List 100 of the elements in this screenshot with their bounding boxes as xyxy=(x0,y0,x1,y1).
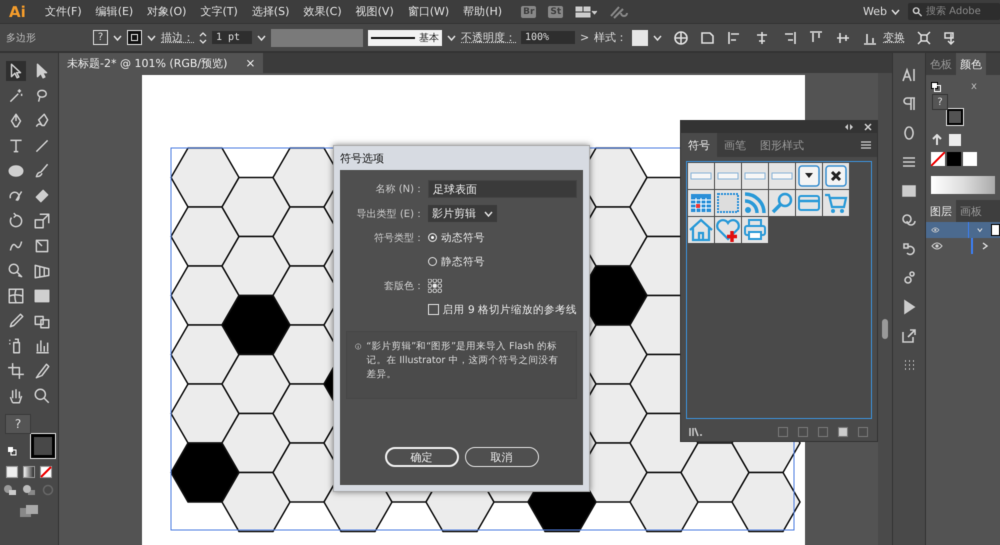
draw-behind-icon[interactable] xyxy=(22,484,36,496)
stroke-panel-icon[interactable] xyxy=(901,154,917,170)
none-swatch-icon[interactable] xyxy=(931,152,945,166)
gradient-panel-icon[interactable] xyxy=(901,183,917,199)
menu-item[interactable]: 选择(S) xyxy=(244,4,296,19)
fill-swatch[interactable]: ? xyxy=(93,30,108,45)
draw-normal-icon[interactable] xyxy=(3,484,17,496)
arrange-documents-icon[interactable] xyxy=(575,4,598,18)
fill-color-swatch[interactable]: ? xyxy=(932,94,948,110)
chevron-down-icon[interactable] xyxy=(653,34,662,40)
symbols-icon[interactable] xyxy=(901,241,917,257)
menu-item[interactable]: 效果(C) xyxy=(296,4,349,19)
export-type-dropdown[interactable]: 影片剪辑 xyxy=(428,205,497,222)
default-colors-icon[interactable] xyxy=(7,446,17,456)
menu-item[interactable]: 编辑(E) xyxy=(88,4,140,19)
transform-link[interactable]: 变换 xyxy=(883,30,906,45)
gradient-mode-icon[interactable] xyxy=(23,466,35,478)
color-swatch[interactable] xyxy=(947,152,961,166)
registration-grid-icon[interactable] xyxy=(428,278,442,292)
sync-icon[interactable] xyxy=(609,4,630,20)
mesh-icon[interactable] xyxy=(6,286,26,306)
chevron-down-icon[interactable] xyxy=(113,34,122,40)
more-button[interactable]: > xyxy=(580,31,590,44)
eye-icon[interactable] xyxy=(931,226,940,234)
stroke-color-swatch[interactable] xyxy=(947,109,963,125)
printer-icon[interactable] xyxy=(742,217,768,243)
character-icon[interactable] xyxy=(901,67,917,83)
isolate-icon[interactable] xyxy=(916,30,932,46)
stroke-swatch[interactable] xyxy=(127,30,142,45)
radio-button[interactable] xyxy=(428,257,437,266)
opacity-field[interactable]: 100% xyxy=(521,31,575,44)
panel-tab[interactable]: 色板 xyxy=(926,53,956,75)
chevron-down-icon[interactable] xyxy=(891,8,900,14)
input-bar-icon[interactable] xyxy=(715,163,741,189)
input-bar-icon[interactable] xyxy=(769,163,795,189)
style-swatch[interactable] xyxy=(632,30,648,46)
radio-label[interactable]: 动态符号 xyxy=(441,230,485,244)
spinner-icon[interactable] xyxy=(199,30,207,44)
color-swatch[interactable] xyxy=(963,152,977,166)
menu-item[interactable]: 对象(O) xyxy=(140,4,194,19)
chevron-down-icon[interactable] xyxy=(147,34,156,40)
layer-row[interactable] xyxy=(926,222,1000,238)
close-icon[interactable] xyxy=(864,123,872,131)
input-bar-icon[interactable] xyxy=(688,163,714,189)
shape-icon[interactable] xyxy=(700,30,716,46)
variable-width-field[interactable] xyxy=(271,28,363,46)
name-field[interactable]: 足球表面 xyxy=(428,180,577,198)
color-mode-icon[interactable] xyxy=(6,466,18,478)
menu-icon[interactable] xyxy=(861,141,871,149)
play-icon[interactable] xyxy=(901,299,917,315)
stroke-profile-field[interactable]: 基本 xyxy=(368,30,442,46)
scale-icon[interactable] xyxy=(32,211,52,231)
stroke-color-swatch[interactable] xyxy=(31,434,55,458)
radio-label[interactable]: 静态符号 xyxy=(441,254,485,268)
panel-tab[interactable]: 图层 xyxy=(926,200,956,222)
symbol-library-icon[interactable] xyxy=(689,427,703,437)
close-icon[interactable] xyxy=(823,163,849,189)
workspace-switcher[interactable]: Web xyxy=(863,5,887,18)
search-icon[interactable] xyxy=(32,386,52,406)
panel-tab[interactable]: 颜色 xyxy=(956,53,986,75)
chevron-down-icon[interactable] xyxy=(447,34,456,40)
screen-mode-icon[interactable] xyxy=(19,504,39,518)
panel-tab[interactable]: 符号 xyxy=(681,133,717,157)
dropdown-arrow-icon[interactable] xyxy=(796,163,822,189)
collapse-icon[interactable] xyxy=(844,124,854,130)
menu-item[interactable]: 视图(V) xyxy=(348,4,401,19)
scrollbar-thumb[interactable] xyxy=(882,319,888,339)
film-frame-icon[interactable] xyxy=(715,190,741,216)
chevron-down-icon[interactable] xyxy=(257,34,266,40)
radio-button[interactable] xyxy=(428,233,437,242)
panel-tab[interactable]: 画笔 xyxy=(717,133,753,157)
paragraph-icon[interactable] xyxy=(901,96,917,112)
menu-item[interactable]: 帮助(H) xyxy=(456,4,510,19)
menu-item[interactable]: 文件(F) xyxy=(38,4,89,19)
panel-tab[interactable]: 图形样式 xyxy=(753,133,811,157)
calendar-icon[interactable] xyxy=(688,190,714,216)
stroke-weight-field[interactable]: 1 pt xyxy=(212,31,252,44)
hexagon xyxy=(221,294,291,356)
recolor-icon[interactable] xyxy=(673,30,690,46)
heart-plus-icon[interactable] xyxy=(715,217,741,243)
none-mode-icon[interactable] xyxy=(40,466,52,478)
fill-stroke-mini-icon[interactable] xyxy=(931,82,941,92)
color-swatch[interactable] xyxy=(949,134,961,146)
search-field[interactable]: 搜索 Adobe xyxy=(908,3,1000,20)
transparency-icon[interactable] xyxy=(901,212,917,228)
out-of-gamut-icon[interactable] xyxy=(931,134,943,146)
input-bar-icon[interactable] xyxy=(742,163,768,189)
menu-item[interactable]: 文字(T) xyxy=(193,4,245,19)
close-tab-button[interactable]: × xyxy=(245,56,256,70)
document-tab[interactable]: 未标题-2* @ 101% (RGB/预览) × xyxy=(59,53,264,73)
artboard-icon[interactable] xyxy=(6,361,26,381)
checkbox-label[interactable]: 启用 9 格切片缩放的参考线 xyxy=(442,302,577,316)
color-spectrum[interactable] xyxy=(931,176,995,194)
opentype-icon[interactable] xyxy=(901,125,917,141)
export-icon[interactable] xyxy=(901,328,917,344)
eye-icon[interactable] xyxy=(931,242,943,250)
menu-item[interactable]: 窗口(W) xyxy=(400,4,456,19)
fill-color-swatch[interactable]: ? xyxy=(5,414,31,434)
panel-tab[interactable]: 画板 xyxy=(956,200,986,222)
checkbox[interactable] xyxy=(428,304,439,315)
